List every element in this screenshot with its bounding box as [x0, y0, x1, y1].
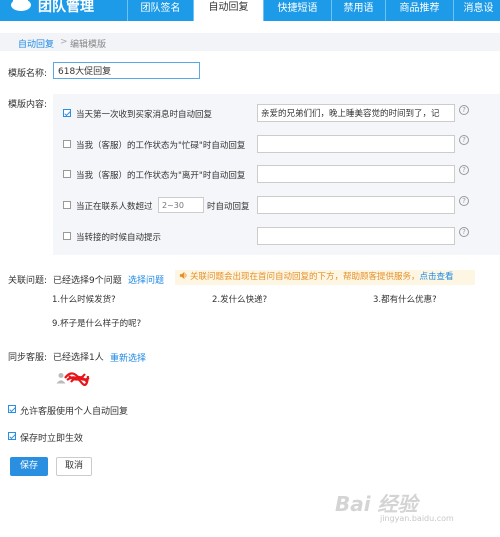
effective-on-save-checkbox[interactable] [8, 432, 16, 440]
rule-busy-reply-input[interactable] [257, 135, 455, 153]
breadcrumb: 自动回复 > 编辑模版 [0, 33, 500, 51]
template-content-label: 模版内容: [8, 100, 48, 110]
notice-view-link[interactable]: 点击查看 [420, 272, 454, 282]
breadcrumb-current: 编辑模版 [70, 40, 107, 50]
related-question-item: 3.都有什么优惠? [373, 295, 437, 305]
cancel-button[interactable]: 取消 [56, 457, 92, 476]
rule-transfer-label: 当转接的时候自动提示 [76, 233, 162, 243]
rule-transfer-checkbox[interactable] [63, 232, 71, 240]
select-questions-link[interactable]: 选择问题 [128, 273, 164, 286]
tab-quick-phrases[interactable]: 快捷短语 [263, 0, 331, 21]
tab-auto-reply[interactable]: 自动回复 [193, 0, 263, 21]
tab-team-signature[interactable]: 团队签名 [127, 0, 193, 21]
rule-away-checkbox[interactable] [63, 170, 71, 178]
template-name-input[interactable] [53, 62, 200, 79]
watermark-main: Bai 经验 [335, 492, 418, 516]
rule-transfer-reply-input[interactable] [257, 227, 455, 245]
effective-on-save-label: 保存时立即生效 [20, 434, 84, 444]
rule-busy-checkbox[interactable] [63, 140, 71, 148]
rule-contacts-exceed-reply-input[interactable] [257, 196, 455, 214]
notice-text: 关联问题会出现在首问自动回复的下方，帮助顾客提供服务， [190, 272, 420, 282]
cloud-logo-icon [11, 0, 31, 11]
related-questions-label: 关联问题: [8, 276, 48, 286]
allow-personal-reply-checkbox[interactable] [8, 405, 16, 413]
rule-contacts-exceed-suffix: 时自动回复 [207, 202, 250, 212]
top-nav-bar: 团队管理 团队签名 自动回复 快捷短语 禁用语 商品推荐 消息设 [0, 0, 500, 21]
related-question-item: 1.什么时候发货? [52, 295, 116, 305]
rule-away-label: 当我（客服）的工作状态为"离开"时自动回复 [76, 171, 246, 181]
related-notice: 关联问题会出现在首问自动回复的下方，帮助顾客提供服务，点击查看 [175, 270, 475, 285]
breadcrumb-separator: > [60, 37, 68, 47]
redaction-scribble [64, 372, 90, 387]
rule-away-reply-input[interactable] [257, 165, 455, 183]
template-name-label: 模版名称: [8, 69, 48, 79]
sync-agents-label: 同步客服: [8, 353, 48, 363]
breadcrumb-auto-reply-link[interactable]: 自动回复 [18, 37, 54, 50]
help-icon[interactable]: ? [459, 227, 469, 237]
help-icon[interactable]: ? [459, 105, 469, 115]
help-icon[interactable]: ? [459, 135, 469, 145]
contacts-threshold-input[interactable] [158, 197, 204, 213]
related-questions-count: 已经选择9个问题 [53, 276, 122, 286]
rule-contacts-exceed-label: 当正在联系人数超过 [76, 202, 153, 212]
baidu-jingyan-watermark: Bai 经验 jingyan.baidu.com [335, 488, 485, 528]
sync-agents-count: 已经选择1人 [53, 353, 104, 363]
tab-banned-words[interactable]: 禁用语 [331, 0, 385, 21]
tab-message-settings[interactable]: 消息设 [453, 0, 500, 21]
rule-first-message-reply-input[interactable]: 亲爱的兄弟们们，晚上睡美容觉的时间到了，记 [257, 104, 455, 122]
related-question-item: 9.杯子是什么样子的呢? [52, 319, 142, 329]
speaker-icon [179, 271, 187, 280]
rule-first-message-checkbox[interactable] [63, 109, 71, 117]
save-button[interactable]: 保存 [10, 457, 48, 476]
tab-product-recommend[interactable]: 商品推荐 [385, 0, 453, 21]
rule-contacts-exceed-checkbox[interactable] [63, 201, 71, 209]
allow-personal-reply-label: 允许客服使用个人自动回复 [20, 407, 129, 417]
related-question-item: 2.发什么快递? [212, 295, 268, 305]
rule-first-message-label: 当天第一次收到买家消息时自动回复 [76, 110, 213, 120]
help-icon[interactable]: ? [459, 196, 469, 206]
help-icon[interactable]: ? [459, 165, 469, 175]
rule-busy-label: 当我（客服）的工作状态为"忙碌"时自动回复 [76, 141, 246, 151]
watermark-sub: jingyan.baidu.com [380, 514, 454, 523]
reselect-agents-link[interactable]: 重新选择 [110, 351, 146, 364]
app-title: 团队管理 [38, 0, 94, 15]
